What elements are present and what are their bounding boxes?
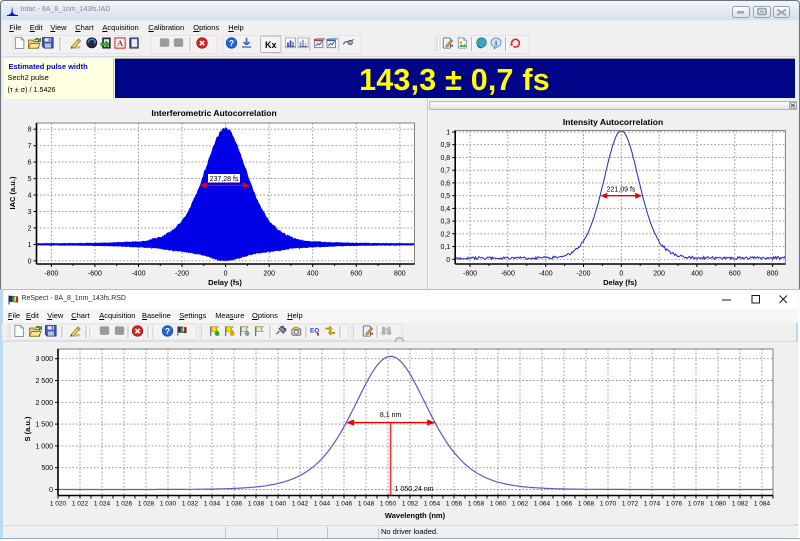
svg-text:1 056: 1 056	[446, 501, 463, 508]
svg-text:1 058: 1 058	[468, 501, 485, 508]
svg-text:1 064: 1 064	[534, 501, 551, 508]
svg-text:1 060: 1 060	[490, 501, 507, 508]
svg-text:1 022: 1 022	[72, 501, 89, 508]
svg-text:1 050,24 nm: 1 050,24 nm	[395, 486, 434, 493]
svg-text:1 042: 1 042	[292, 501, 309, 508]
svg-text:0: 0	[28, 258, 32, 265]
svg-text:A: A	[117, 38, 124, 48]
svg-text:1 082: 1 082	[732, 501, 749, 508]
svg-text:1 048: 1 048	[358, 501, 375, 508]
svg-text:0,5: 0,5	[440, 193, 450, 200]
svg-text:Kx: Kx	[265, 40, 277, 50]
svg-text:S (a.u.): S (a.u.)	[23, 416, 32, 442]
svg-text:1 038: 1 038	[248, 501, 265, 508]
svg-text:1 026: 1 026	[116, 501, 133, 508]
svg-text:237,28 fs: 237,28 fs	[210, 176, 239, 183]
svg-text:1 084: 1 084	[754, 501, 771, 508]
svg-text:0,2: 0,2	[440, 231, 450, 238]
svg-text:1 024: 1 024	[94, 501, 111, 508]
svg-text:8,1 nm: 8,1 nm	[380, 412, 402, 419]
svg-text:8: 8	[28, 127, 32, 134]
svg-text:?: ?	[165, 326, 170, 336]
svg-text:2 500: 2 500	[35, 378, 53, 385]
svg-text:-600: -600	[501, 271, 515, 278]
svg-text:Delay (fs): Delay (fs)	[603, 278, 637, 287]
svg-text:1 036: 1 036	[226, 501, 243, 508]
svg-text:1 070: 1 070	[600, 501, 617, 508]
svg-text:2 000: 2 000	[35, 400, 53, 407]
svg-text:1 500: 1 500	[35, 422, 53, 429]
svg-text:-400: -400	[131, 271, 145, 278]
svg-text:-800: -800	[463, 271, 477, 278]
svg-text:0: 0	[224, 271, 228, 278]
svg-text:221,09 fs: 221,09 fs	[607, 187, 636, 194]
svg-text:IAC (a.u.): IAC (a.u.)	[8, 176, 17, 209]
svg-text:0: 0	[446, 257, 450, 264]
svg-text:-600: -600	[88, 271, 102, 278]
svg-text:0,8: 0,8	[440, 155, 450, 162]
svg-text:Interferometric Autocorrelatio: Interferometric Autocorrelation	[151, 108, 276, 118]
svg-text:1 000: 1 000	[35, 443, 53, 450]
svg-text:1 046: 1 046	[336, 501, 353, 508]
svg-text:0,1: 0,1	[440, 244, 450, 251]
svg-text:1 078: 1 078	[688, 501, 705, 508]
svg-text:600: 600	[350, 271, 362, 278]
svg-text:1 076: 1 076	[666, 501, 683, 508]
svg-text:2: 2	[28, 225, 32, 232]
svg-text:200: 200	[653, 271, 665, 278]
svg-text:0,3: 0,3	[440, 219, 450, 226]
svg-text:-200: -200	[576, 271, 590, 278]
svg-text:600: 600	[729, 271, 741, 278]
svg-text:0,9: 0,9	[440, 142, 450, 149]
svg-text:400: 400	[307, 271, 319, 278]
svg-text:0: 0	[619, 271, 623, 278]
svg-text:1 054: 1 054	[424, 501, 441, 508]
svg-text:0,6: 0,6	[440, 180, 450, 187]
svg-text:1 034: 1 034	[204, 501, 221, 508]
svg-text:0,4: 0,4	[440, 206, 450, 213]
svg-text:400: 400	[691, 271, 703, 278]
svg-text:1 028: 1 028	[138, 501, 155, 508]
svg-text:1 080: 1 080	[710, 501, 727, 508]
svg-text:3 000: 3 000	[35, 356, 53, 363]
svg-text:1 020: 1 020	[50, 501, 67, 508]
svg-text:1 030: 1 030	[160, 501, 177, 508]
svg-text:1: 1	[446, 130, 450, 137]
svg-text:1 062: 1 062	[512, 501, 529, 508]
svg-text:1 040: 1 040	[270, 501, 287, 508]
svg-text:1 052: 1 052	[402, 501, 419, 508]
svg-text:0,7: 0,7	[440, 168, 450, 175]
svg-text:-800: -800	[44, 271, 58, 278]
svg-text:-400: -400	[539, 271, 553, 278]
svg-text:5: 5	[28, 176, 32, 183]
svg-text:800: 800	[394, 271, 406, 278]
svg-text:1 044: 1 044	[314, 501, 331, 508]
svg-text:4: 4	[28, 193, 32, 200]
svg-text:1 074: 1 074	[644, 501, 661, 508]
svg-text:800: 800	[767, 271, 779, 278]
svg-text:Wavelength (nm): Wavelength (nm)	[385, 511, 446, 520]
svg-text:?: ?	[229, 38, 234, 48]
svg-text:-200: -200	[175, 271, 189, 278]
svg-text:1 050: 1 050	[380, 501, 397, 508]
svg-text:Delay (fs): Delay (fs)	[208, 278, 242, 287]
svg-text:1 032: 1 032	[182, 501, 199, 508]
svg-text:500: 500	[41, 465, 53, 472]
svg-text:6: 6	[28, 160, 32, 167]
svg-text:0: 0	[49, 487, 53, 494]
svg-text:Intensity Autocorrelation: Intensity Autocorrelation	[563, 117, 663, 127]
svg-text:1 072: 1 072	[622, 501, 639, 508]
svg-text:200: 200	[263, 271, 275, 278]
svg-text:3: 3	[28, 209, 32, 216]
svg-text:7: 7	[28, 143, 32, 150]
svg-text:1 066: 1 066	[556, 501, 573, 508]
svg-text:1: 1	[28, 242, 32, 249]
svg-text:1 068: 1 068	[578, 501, 595, 508]
